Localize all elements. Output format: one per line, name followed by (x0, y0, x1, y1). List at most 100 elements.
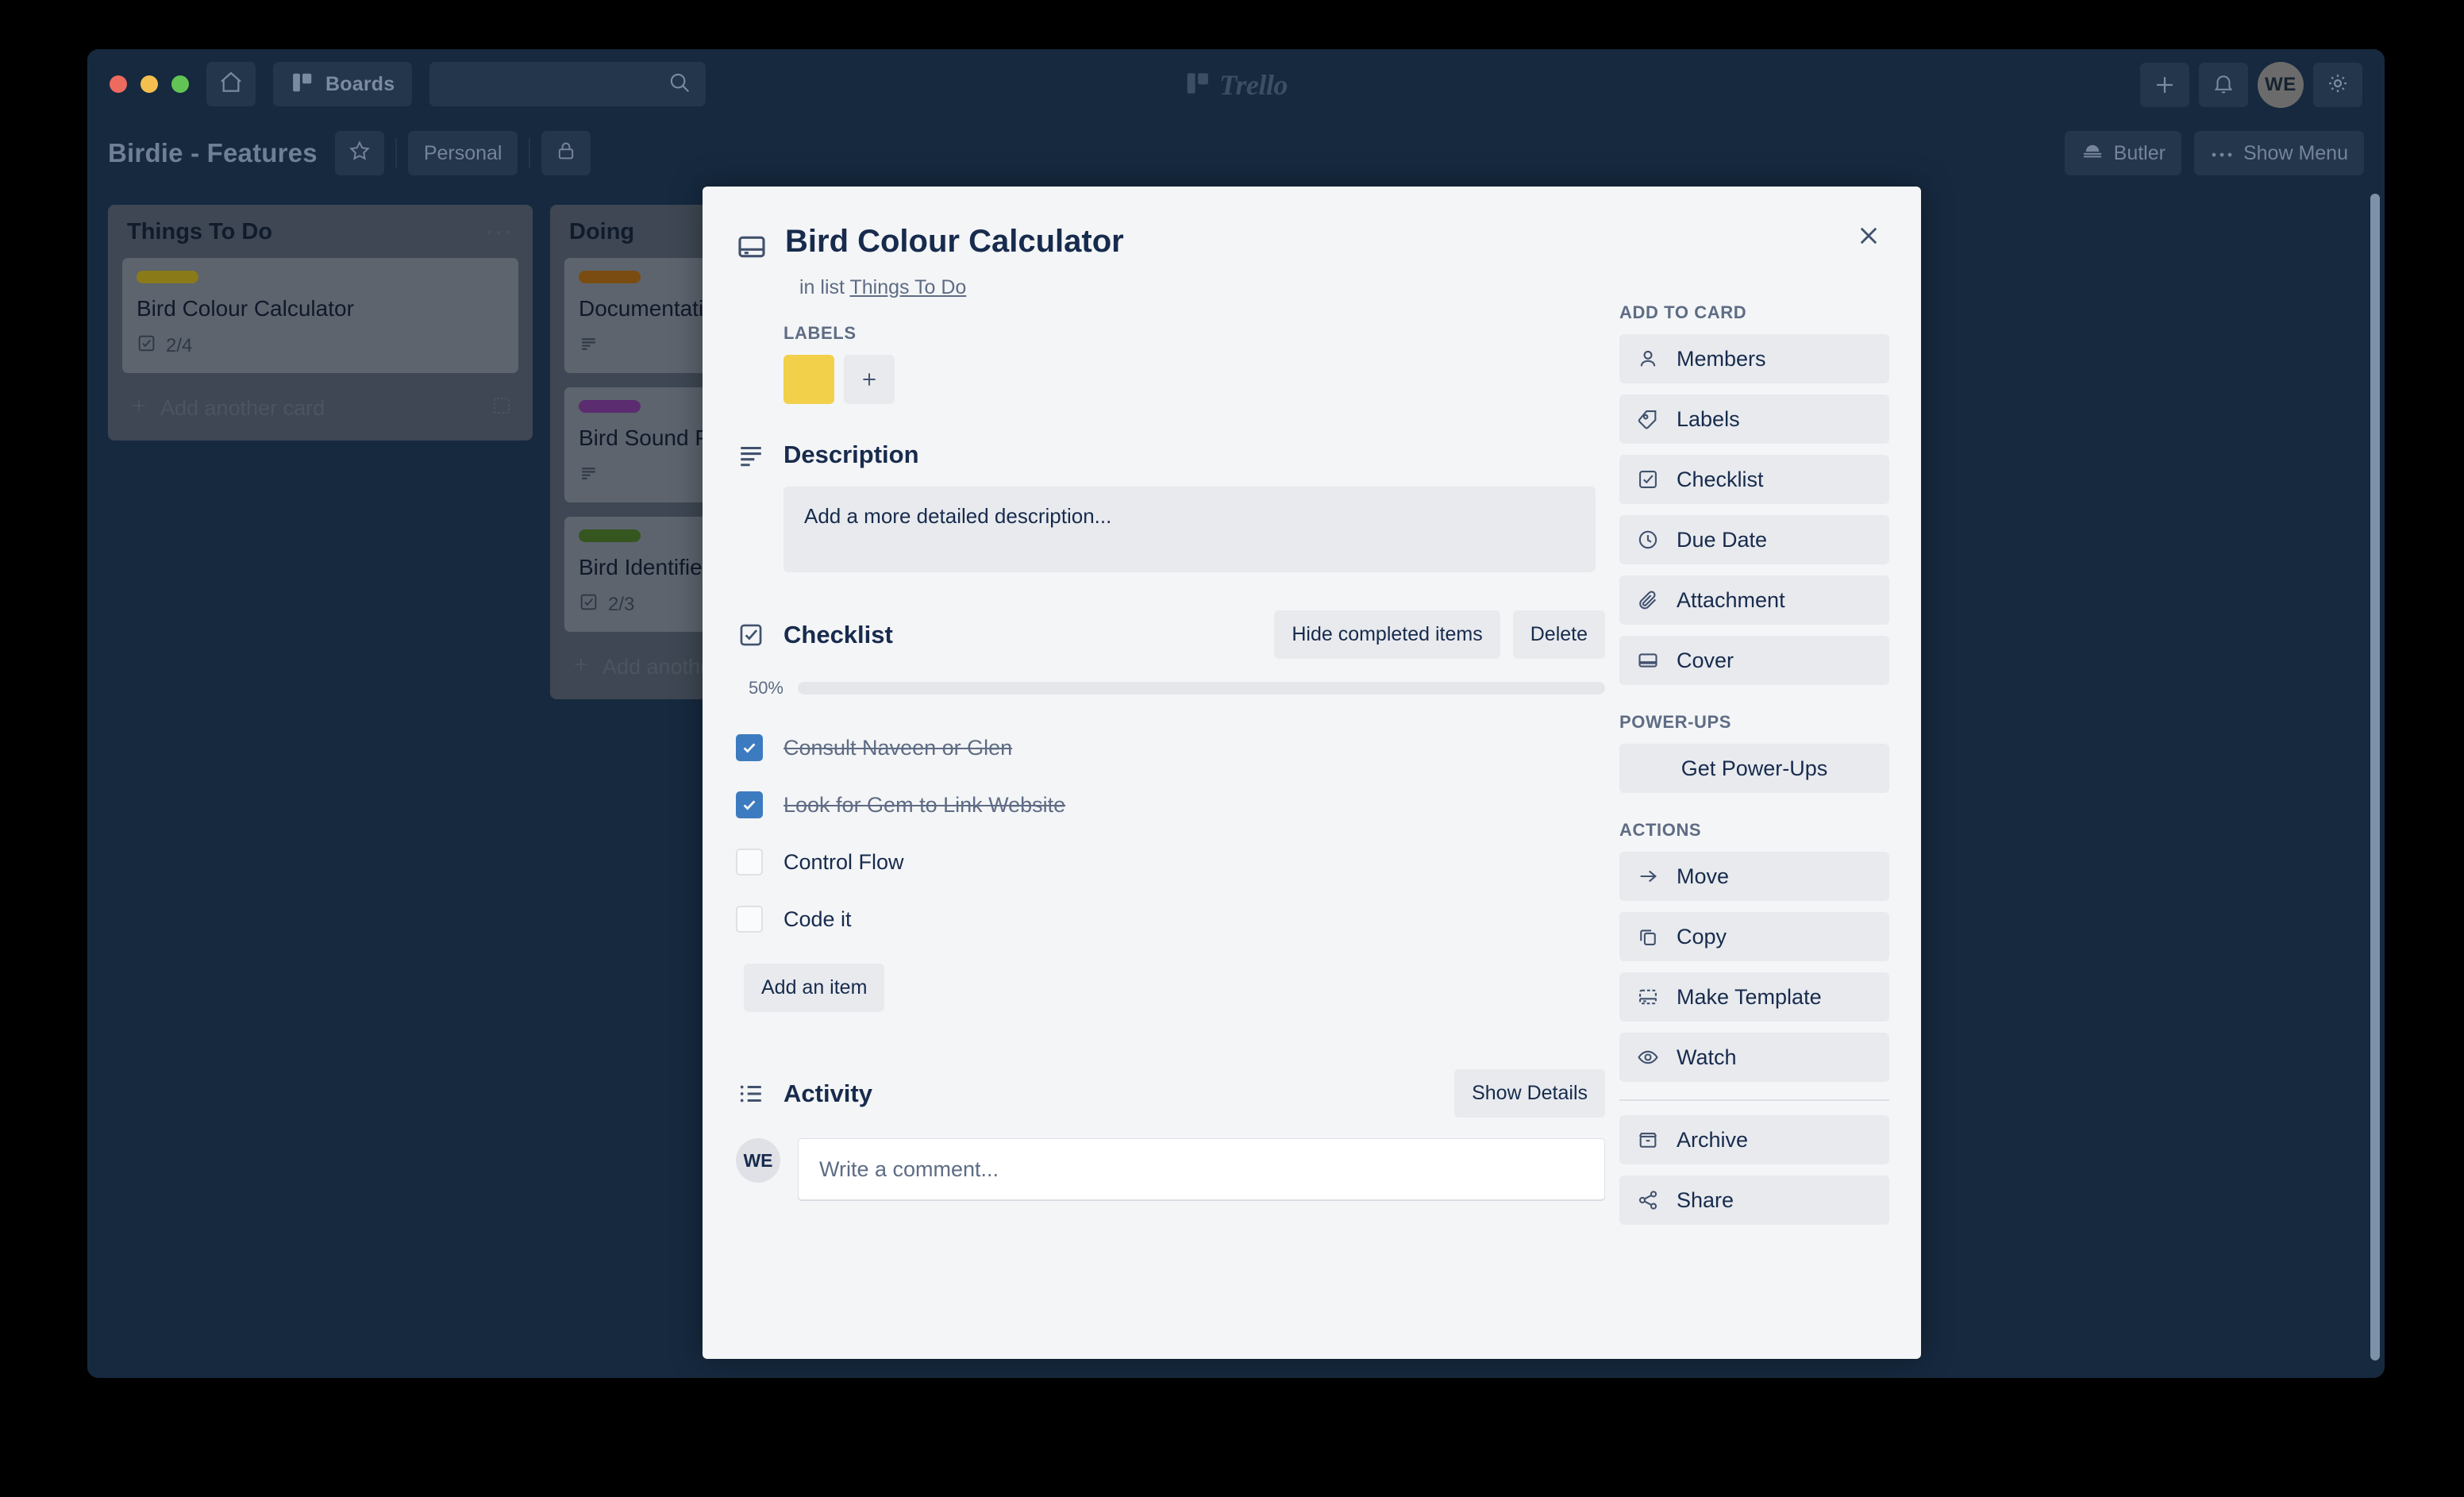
list-things-to-do: Things To Do ⋯ Bird Colour Calculator 2/… (108, 205, 533, 441)
board-title[interactable]: Birdie - Features (108, 138, 318, 168)
star-button[interactable] (334, 131, 384, 175)
board-scrollbar-thumb[interactable] (2370, 194, 2380, 1360)
screenshot-root: Boards Trello WE Birdie - Features Perso… (0, 0, 2464, 1497)
list-title[interactable]: Things To Do (127, 219, 272, 245)
modal-main-column: LABELS Description Add a more detailed d… (736, 299, 1605, 1252)
clock-icon (1637, 529, 1661, 551)
sidebar-item-share[interactable]: Share (1619, 1176, 1889, 1225)
user-avatar[interactable]: WE (2258, 62, 2304, 108)
card-label-chip[interactable] (137, 271, 198, 283)
description-icon (579, 333, 599, 359)
member-icon (1637, 348, 1661, 370)
show-menu-label: Show Menu (2243, 141, 2348, 164)
app-window: Boards Trello WE Birdie - Features Perso… (87, 49, 2385, 1378)
add-label-button[interactable] (844, 355, 895, 404)
window-close-button[interactable] (110, 75, 127, 93)
checklist-icon (1637, 468, 1661, 491)
get-powerups-button[interactable]: Get Power-Ups (1619, 744, 1889, 793)
close-modal-button[interactable] (1850, 218, 1888, 256)
boards-button[interactable]: Boards (273, 62, 413, 106)
card-label-chip[interactable] (579, 529, 641, 542)
board-card[interactable]: Bird Colour Calculator 2/4 (122, 258, 518, 373)
add-button[interactable] (2140, 63, 2189, 107)
sidebar-item-checklist[interactable]: Checklist (1619, 455, 1889, 504)
home-button[interactable] (206, 62, 256, 106)
sidebar-item-copy[interactable]: Copy (1619, 912, 1889, 961)
show-details-button[interactable]: Show Details (1454, 1069, 1605, 1118)
sidebar-item-labels[interactable]: Labels (1619, 394, 1889, 444)
sidebar-item-attachment[interactable]: Attachment (1619, 575, 1889, 625)
comment-row: WE Write a comment... (736, 1138, 1605, 1200)
delete-checklist-button[interactable]: Delete (1512, 610, 1605, 659)
notifications-button[interactable] (2199, 63, 2248, 107)
search-input[interactable] (429, 62, 706, 106)
description-input[interactable]: Add a more detailed description... (783, 487, 1596, 572)
window-minimize-button[interactable] (141, 75, 158, 93)
checklist-item[interactable]: Consult Naveen or Glen (736, 719, 1605, 776)
template-icon (1637, 986, 1661, 1008)
board-scrollbar[interactable] (2369, 194, 2381, 1360)
checklist-progress: 50% (736, 678, 1605, 698)
settings-button[interactable] (2313, 63, 2362, 107)
sidebar-item-move[interactable]: Move (1619, 852, 1889, 901)
window-maximize-button[interactable] (171, 75, 189, 93)
trello-board-icon (1184, 70, 1211, 101)
add-to-card-caption: ADD TO CARD (1619, 302, 1747, 322)
description-icon (579, 463, 599, 488)
checklist-item-checkbox[interactable] (736, 734, 763, 761)
sidebar-item-label: Share (1677, 1187, 1734, 1212)
sidebar-item-label: Archive (1677, 1127, 1749, 1152)
checklist-icon (736, 622, 766, 648)
checklist-item[interactable]: Control Flow (736, 833, 1605, 891)
board-privacy-button[interactable] (541, 131, 591, 175)
board-visibility-button[interactable]: Personal (407, 131, 518, 175)
sidebar-item-cover[interactable]: Cover (1619, 636, 1889, 685)
sidebar-item-make-template[interactable]: Make Template (1619, 972, 1889, 1022)
list-menu-icon[interactable]: ⋯ (485, 219, 514, 246)
hide-completed-items-button[interactable]: Hide completed items (1274, 610, 1500, 659)
sidebar-item-label: Due Date (1677, 527, 1768, 552)
comment-avatar: WE (736, 1138, 780, 1183)
checklist-percent-label: 50% (748, 678, 783, 698)
butler-button[interactable]: Butler (2064, 131, 2181, 175)
show-menu-button[interactable]: Show Menu (2193, 131, 2364, 175)
add-another-card-button[interactable]: Add another card (122, 387, 518, 433)
checklist-item-checkbox[interactable] (736, 849, 763, 875)
label-chip-yellow[interactable] (783, 355, 834, 404)
label-tag-icon (1637, 408, 1661, 430)
list-title[interactable]: Doing (569, 219, 634, 245)
modal-sidebar: ADD TO CARD Members Labels Checklist Due… (1605, 299, 1889, 1252)
paperclip-icon (1637, 589, 1661, 611)
sidebar-item-watch[interactable]: Watch (1619, 1033, 1889, 1082)
powerups-group: POWER-UPS Get Power-Ups (1619, 712, 1889, 793)
checklist-item[interactable]: Code it (736, 891, 1605, 948)
card-label-chip[interactable] (579, 271, 641, 283)
close-icon (1855, 222, 1882, 253)
sidebar-item-label: Members (1677, 346, 1766, 371)
description-placeholder: Add a more detailed description... (804, 504, 1112, 528)
sidebar-item-label: Watch (1677, 1045, 1737, 1069)
description-section-header: Description (736, 441, 1605, 469)
checklist-item-checkbox[interactable] (736, 906, 763, 933)
plus-icon (129, 395, 149, 421)
in-list-prefix: in list (799, 276, 845, 298)
checklist-item-checkbox[interactable] (736, 791, 763, 818)
trello-logo: Trello (1184, 68, 1288, 102)
search-icon (668, 71, 691, 98)
in-list-link[interactable]: Things To Do (849, 276, 966, 298)
checklist-icon (137, 333, 156, 359)
sidebar-item-members[interactable]: Members (1619, 334, 1889, 383)
description-icon (736, 441, 766, 468)
card-detail-title[interactable]: Bird Colour Calculator (785, 223, 1124, 260)
labels-caption: LABELS (783, 323, 857, 343)
comment-input[interactable]: Write a comment... (798, 1138, 1605, 1200)
card-template-icon[interactable] (491, 395, 512, 421)
sidebar-item-due-date[interactable]: Due Date (1619, 515, 1889, 564)
card-label-chip[interactable] (579, 400, 641, 413)
add-an-item-button[interactable]: Add an item (744, 964, 885, 1012)
home-icon (218, 70, 244, 99)
checklist-item[interactable]: Look for Gem to Link Website (736, 776, 1605, 833)
sidebar-item-archive[interactable]: Archive (1619, 1115, 1889, 1164)
list-header: Things To Do ⋯ (122, 219, 518, 246)
cover-icon (1637, 649, 1661, 672)
